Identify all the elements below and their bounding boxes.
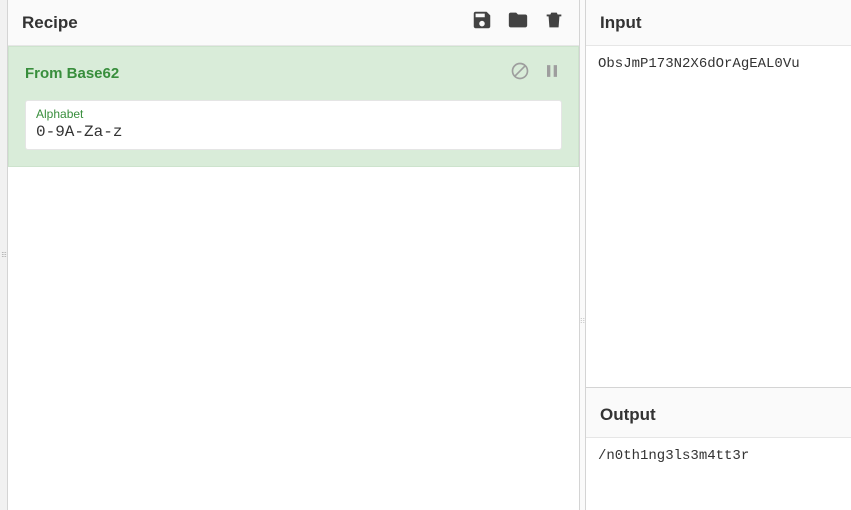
output-title: Output (586, 392, 851, 438)
right-column: Input Output /n0th1ng3ls3m4tt3r (586, 0, 851, 510)
drag-handle-icon: ······ (580, 318, 585, 324)
arg-value-input[interactable] (36, 123, 551, 141)
pause-icon[interactable] (542, 61, 562, 86)
app-root: ········· Recipe From Base62 (0, 0, 851, 510)
operation-arg-alphabet[interactable]: Alphabet (25, 100, 562, 150)
vertical-splitter[interactable]: ······ (580, 0, 586, 510)
input-panel: Input (586, 0, 851, 387)
disable-icon[interactable] (510, 61, 530, 86)
folder-icon[interactable] (507, 9, 529, 36)
recipe-panel: Recipe From Base62 (8, 0, 580, 510)
trash-icon[interactable] (543, 9, 565, 36)
drag-handle-icon: ········· (1, 252, 6, 258)
operation-controls (510, 61, 562, 86)
output-panel: Output /n0th1ng3ls3m4tt3r (586, 392, 851, 510)
recipe-header: Recipe (8, 0, 579, 46)
recipe-body[interactable]: From Base62 Alphabet (8, 46, 579, 510)
save-icon[interactable] (471, 9, 493, 36)
recipe-header-icons (471, 9, 565, 36)
recipe-title: Recipe (22, 13, 471, 33)
arg-label: Alphabet (36, 107, 551, 121)
input-textarea[interactable] (586, 46, 851, 387)
output-text[interactable]: /n0th1ng3ls3m4tt3r (586, 438, 851, 510)
input-title: Input (586, 0, 851, 46)
operation-from-base62[interactable]: From Base62 Alphabet (8, 46, 579, 167)
operation-name: From Base62 (25, 65, 510, 82)
left-gutter[interactable]: ········· (0, 0, 8, 510)
operation-header: From Base62 (25, 61, 562, 86)
